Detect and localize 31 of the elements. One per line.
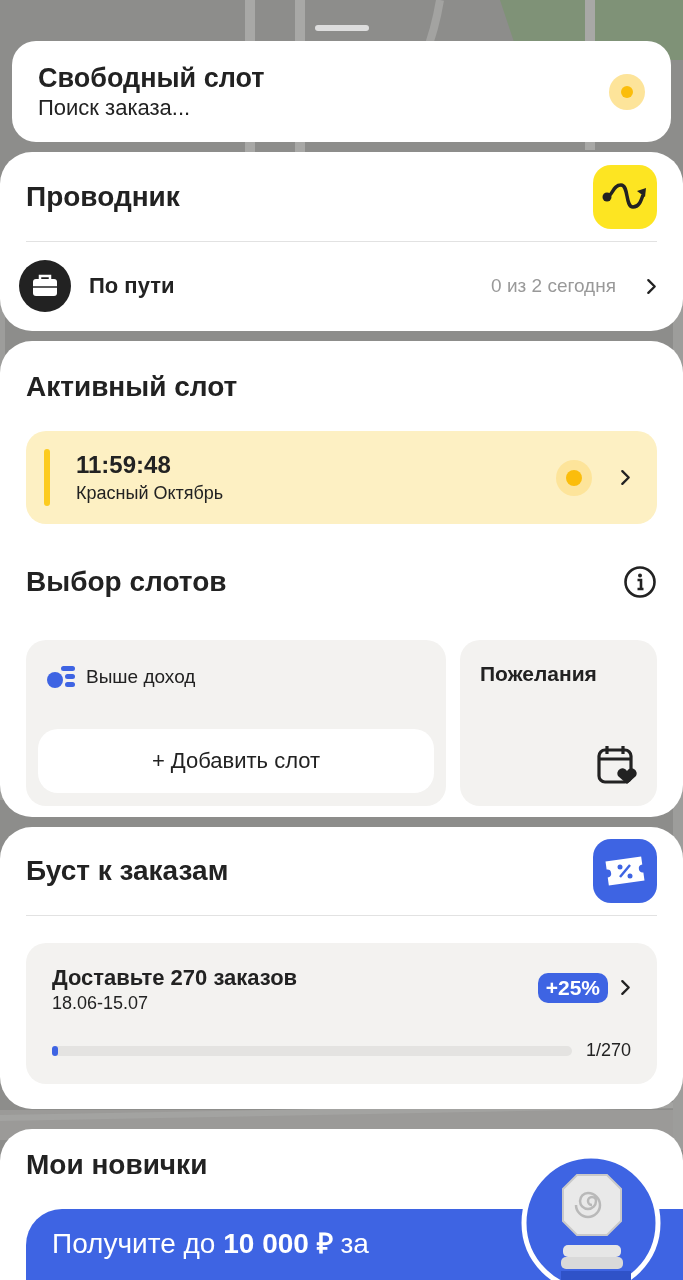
progress-count: 1/270 bbox=[585, 1040, 631, 1061]
boost-task[interactable]: Доставьте 270 заказов 18.06-15.07 +25% 1/270 bbox=[26, 943, 657, 1084]
guide-title: Проводник bbox=[26, 180, 180, 213]
slot-choice-title: Выбор слотов bbox=[26, 566, 227, 598]
active-slot-title: Активный слот bbox=[26, 370, 239, 404]
add-slot-button[interactable]: + Добавить слот bbox=[38, 729, 434, 793]
slot-place: Красный Октябрь bbox=[76, 483, 225, 504]
info-icon[interactable] bbox=[623, 565, 657, 599]
slot-time: 11:59:48 bbox=[76, 451, 172, 479]
bonus-badge: +25% bbox=[537, 973, 608, 1003]
task-dates: 18.06-15.07 bbox=[52, 993, 150, 1014]
slot-status: Поиск заказа... bbox=[38, 93, 192, 122]
income-hint: Выше доход bbox=[86, 666, 196, 688]
route-row[interactable]: По пути 0 из 2 сегодня bbox=[19, 242, 657, 330]
slot-title: Свободный слот bbox=[38, 61, 265, 94]
status-dot-icon bbox=[556, 459, 592, 496]
calendar-heart-icon bbox=[597, 744, 637, 786]
route-icon[interactable] bbox=[593, 164, 657, 229]
chevron-icon bbox=[620, 979, 631, 996]
status-dot-icon bbox=[609, 73, 645, 110]
newcomers-title: Мои новички bbox=[26, 1148, 209, 1182]
briefcase-icon bbox=[19, 260, 71, 312]
task-title: Доставьте 270 заказов bbox=[52, 965, 299, 991]
status-card[interactable]: Свободный слот Поиск заказа... bbox=[12, 41, 671, 142]
boost-title: Буст к заказам bbox=[26, 855, 229, 887]
active-slot[interactable]: 11:59:48 Красный Октябрь bbox=[26, 431, 657, 524]
wishes-tile[interactable]: Пожелания bbox=[460, 640, 657, 806]
chevron-icon bbox=[646, 277, 657, 295]
discount-ticket-icon[interactable] bbox=[593, 839, 657, 903]
chevron-icon bbox=[620, 469, 631, 486]
coins-icon bbox=[46, 664, 76, 690]
